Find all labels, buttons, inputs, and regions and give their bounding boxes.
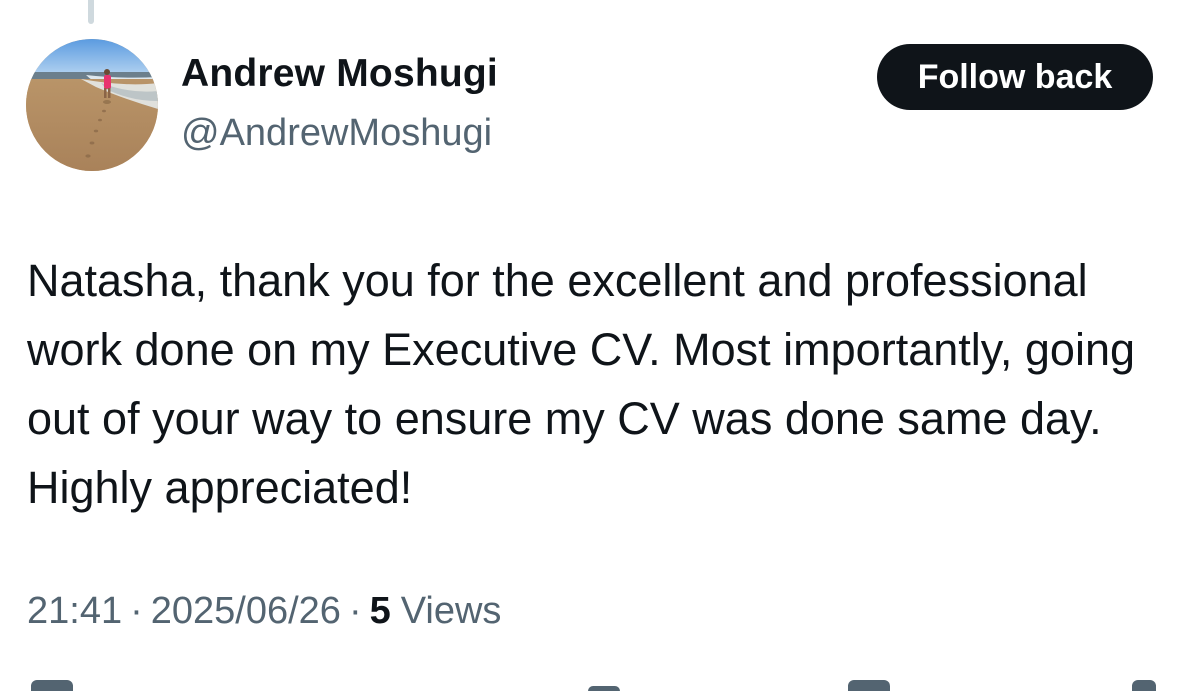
meta-separator: ·: [348, 590, 362, 632]
meta-separator: ·: [130, 590, 143, 632]
share-icon[interactable]: [1132, 680, 1156, 691]
author-handle[interactable]: @AndrewMoshugi: [181, 112, 492, 155]
tweet-action-bar: [0, 680, 1200, 691]
author-display-name[interactable]: Andrew Moshugi: [181, 52, 498, 96]
thread-connector-line: [88, 0, 94, 24]
views-count: 5: [369, 590, 391, 632]
beach-photo-icon: [26, 39, 158, 171]
views-label: Views: [400, 590, 502, 632]
reply-icon[interactable]: [31, 680, 73, 691]
repost-icon[interactable]: [318, 680, 358, 691]
follow-back-button[interactable]: Follow back: [877, 44, 1153, 110]
like-icon[interactable]: [588, 686, 620, 691]
tweet-meta: 21:41 · 2025/06/26 · 5 Views: [27, 590, 501, 633]
tweet-text: Natasha, thank you for the excellent and…: [27, 255, 1136, 513]
bookmark-icon[interactable]: [848, 680, 890, 691]
tweet-time[interactable]: 21:41: [27, 590, 122, 633]
avatar[interactable]: [26, 39, 158, 171]
tweet-date[interactable]: 2025/06/26: [151, 590, 341, 633]
